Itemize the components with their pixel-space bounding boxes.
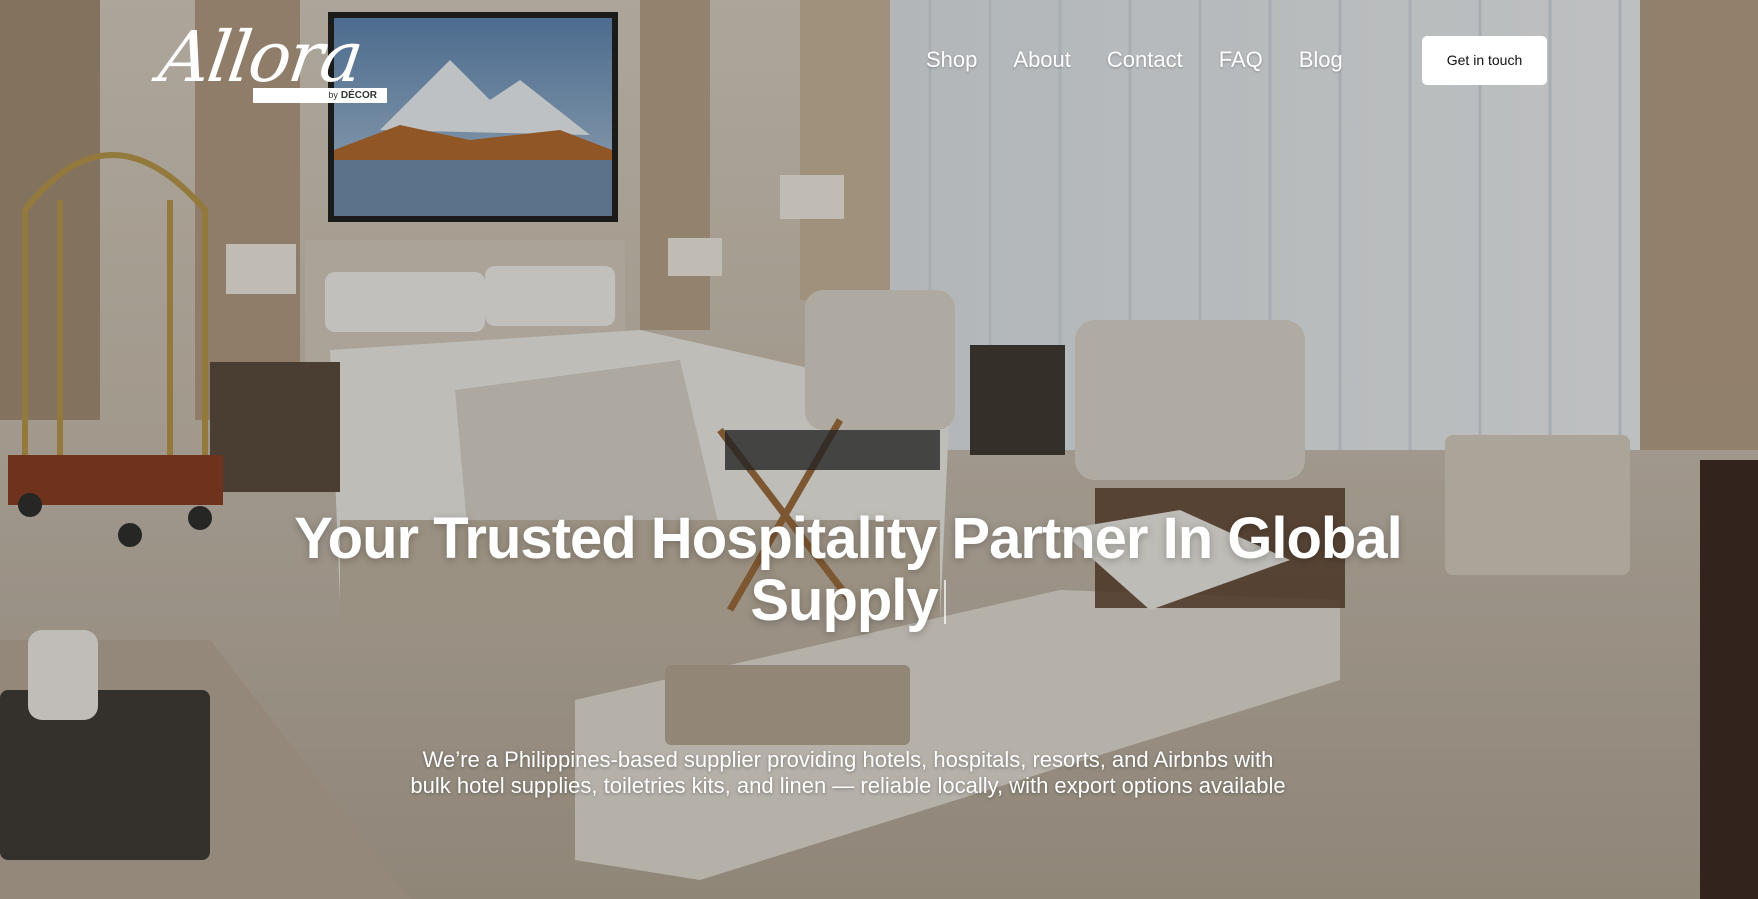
- nav-link-faq[interactable]: FAQ: [1219, 46, 1263, 74]
- hero-section: Allora by DÉCOR Shop About Contact FAQ Bl…: [0, 0, 1758, 899]
- subtext-line-1: We’re a Philippines-based supplier provi…: [422, 747, 1274, 772]
- headline-line-1: Your Trusted Hospitality Partner In Glob…: [294, 506, 1402, 571]
- logo-by: by: [328, 90, 338, 100]
- get-in-touch-button[interactable]: Get in touch: [1422, 36, 1547, 85]
- main-nav: Shop About Contact FAQ Blog: [926, 46, 1343, 74]
- logo-tagline: by DÉCOR: [253, 88, 387, 103]
- headline-line-2: Supply: [750, 568, 938, 633]
- hero-subtext: We’re a Philippines-based supplier provi…: [330, 747, 1366, 799]
- nav-link-shop[interactable]: Shop: [926, 46, 977, 74]
- logo-decor: DÉCOR: [340, 90, 377, 101]
- hero-headline: Your Trusted Hospitality Partner In Glob…: [200, 508, 1496, 632]
- nav-link-blog[interactable]: Blog: [1299, 46, 1343, 74]
- nav-link-about[interactable]: About: [1013, 46, 1071, 74]
- nav-link-contact[interactable]: Contact: [1107, 46, 1183, 74]
- brand-logo[interactable]: Allora by DÉCOR: [154, 14, 410, 106]
- typing-caret: [943, 580, 946, 624]
- subtext-line-2: bulk hotel supplies, toiletries kits, an…: [410, 773, 1286, 798]
